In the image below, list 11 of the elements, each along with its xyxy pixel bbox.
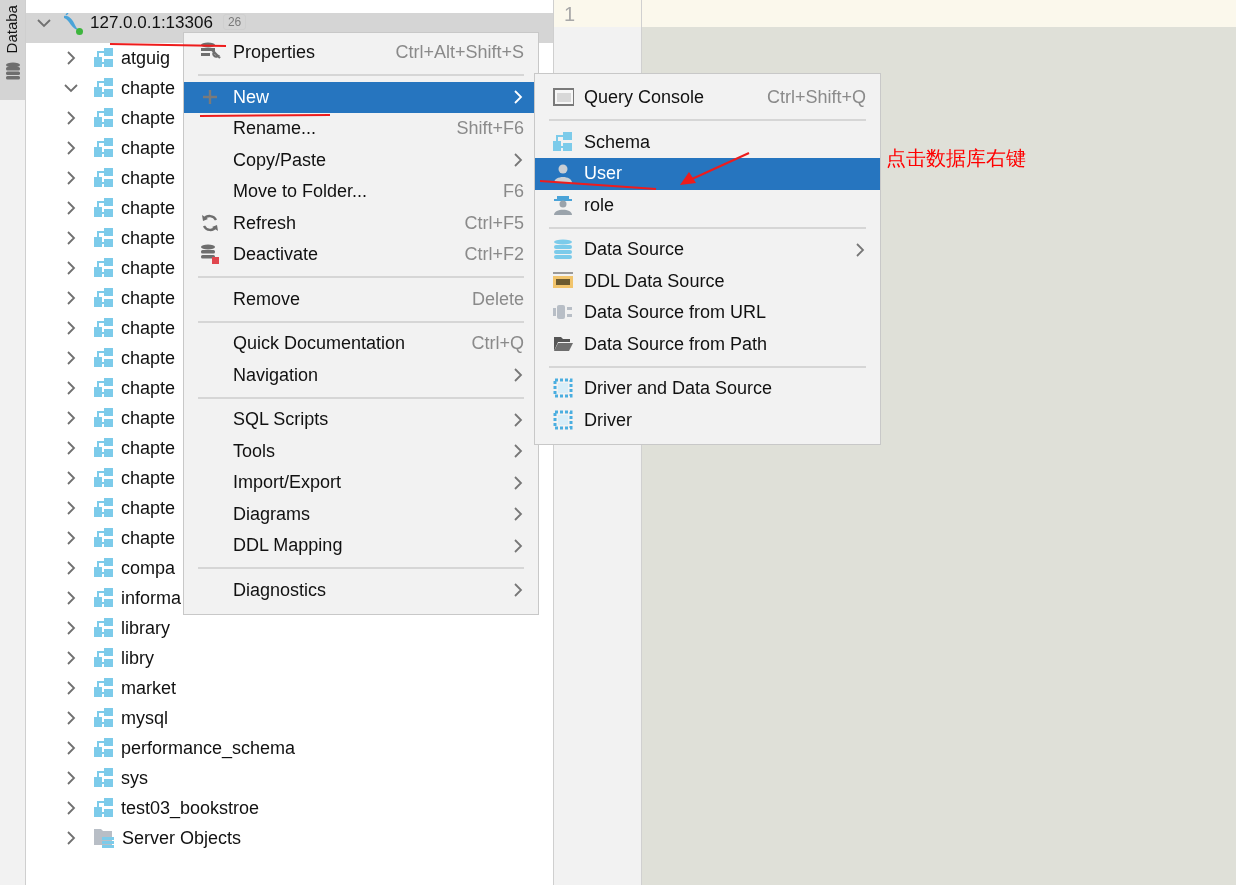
shortcut-text: Ctrl+Q xyxy=(471,332,524,356)
shortcut-text: F6 xyxy=(503,180,524,204)
count-badge: 26 xyxy=(222,14,247,30)
shortcut-text: Ctrl+F2 xyxy=(464,243,524,267)
shortcut-text: Delete xyxy=(471,287,524,311)
shortcut-text: Shift+F6 xyxy=(456,117,524,141)
shortcut-text: Ctrl+F5 xyxy=(464,211,524,235)
shortcut-text: Ctrl+Shift+Q xyxy=(766,86,866,110)
line-number: 1 xyxy=(564,1,576,27)
annotation-text: 点击数据库右键 xyxy=(886,146,1026,170)
shortcut-text: Ctrl+Alt+Shift+S xyxy=(395,41,524,65)
